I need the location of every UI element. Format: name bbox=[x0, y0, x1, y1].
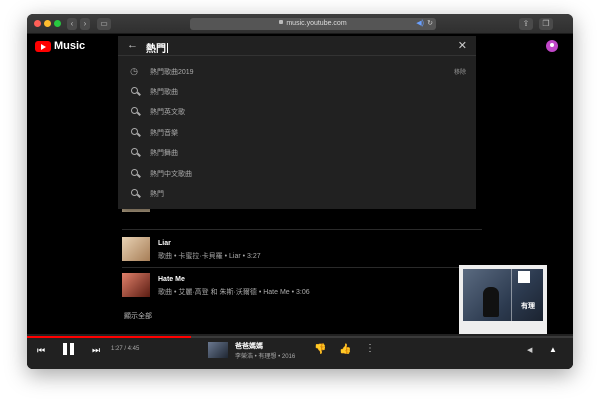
suggestion-text: 熱門英文歌 bbox=[150, 109, 185, 116]
now-playing-meta: 李榮浩 • 有理想 • 2016 bbox=[235, 354, 296, 360]
song-row-hate-me[interactable]: Hate Me 歌曲 • 艾麗·高登 和 朱斯·沃爾德 • Hate Me • … bbox=[122, 273, 482, 303]
suggestion-text: 熱門 bbox=[150, 191, 164, 198]
suggestion-text: 熱門舞曲 bbox=[150, 150, 178, 157]
search-dropdown: ← 熱門 ✕ ◷ 熱門歌曲2019 移除 熱門歌曲 熱門英文歌 熱門音樂 熱門舞… bbox=[118, 36, 476, 209]
suggestion-item[interactable]: ◷ 熱門歌曲2019 移除 bbox=[118, 61, 476, 81]
youtube-music-logo[interactable]: Music bbox=[35, 40, 85, 52]
song-meta: 歌曲 • 卡蜜拉·卡貝羅 • Liar • 3:27 bbox=[158, 253, 261, 260]
more-options-icon[interactable]: ⋮ bbox=[365, 343, 375, 354]
album-label: 有理 bbox=[521, 303, 535, 310]
album-art-overlay[interactable]: 有理 bbox=[459, 265, 547, 341]
remove-suggestion-button[interactable]: 移除 bbox=[454, 67, 466, 76]
address-url: music.youtube.com bbox=[286, 20, 347, 27]
account-avatar[interactable] bbox=[546, 40, 558, 52]
logo-text: Music bbox=[54, 40, 86, 52]
back-arrow-icon[interactable]: ← bbox=[127, 39, 138, 51]
sidebar-toggle-icon[interactable]: ▭ bbox=[97, 18, 111, 30]
minimize-window-button[interactable] bbox=[44, 20, 51, 27]
search-icon bbox=[129, 147, 139, 157]
suggestion-item[interactable]: 熱門英文歌 bbox=[118, 101, 476, 121]
suggestion-text: 熱門歌曲 bbox=[150, 89, 178, 96]
now-playing-title[interactable]: 爸爸媽媽 bbox=[235, 341, 263, 351]
song-thumbnail bbox=[122, 273, 150, 297]
now-playing-thumbnail bbox=[208, 342, 228, 358]
song-title[interactable]: Liar bbox=[158, 240, 171, 247]
browser-window: ‹ › ▭ music.youtube.com ◀) ↻ ⇪ ❐ Music L… bbox=[27, 14, 573, 369]
suggestion-item[interactable]: 熱門 bbox=[118, 183, 476, 203]
browser-forward-button[interactable]: › bbox=[80, 18, 90, 30]
browser-titlebar: ‹ › ▭ music.youtube.com ◀) ↻ ⇪ ❐ bbox=[27, 14, 573, 34]
tabs-icon[interactable]: ❐ bbox=[539, 18, 553, 30]
divider bbox=[122, 267, 482, 268]
suggestion-item[interactable]: 熱門歌曲 bbox=[118, 81, 476, 101]
thumbs-down-icon[interactable]: 👎 bbox=[314, 344, 326, 355]
search-input[interactable]: 熱門 bbox=[146, 40, 168, 55]
search-icon bbox=[129, 168, 139, 178]
clear-search-icon[interactable]: ✕ bbox=[458, 39, 467, 52]
progress-fill bbox=[27, 336, 191, 338]
address-bar[interactable]: music.youtube.com ◀) ↻ bbox=[190, 18, 436, 30]
search-icon bbox=[129, 86, 139, 96]
album-logo-block bbox=[518, 271, 530, 283]
suggestion-text: 熱門中文歌曲 bbox=[150, 171, 192, 178]
close-window-button[interactable] bbox=[34, 20, 41, 27]
youtube-play-icon bbox=[35, 40, 51, 52]
next-track-icon[interactable]: ⏭ bbox=[92, 345, 100, 356]
speaker-icon[interactable]: ◀) bbox=[416, 18, 424, 30]
suggestion-item[interactable]: 熱門舞曲 bbox=[118, 142, 476, 162]
zoom-window-button[interactable] bbox=[54, 20, 61, 27]
song-meta: 歌曲 • 艾麗·高登 和 朱斯·沃爾德 • Hate Me • 3:06 bbox=[158, 289, 310, 296]
pause-icon[interactable] bbox=[63, 343, 75, 355]
expand-player-icon[interactable]: ▲ bbox=[549, 345, 557, 354]
player-bar bbox=[27, 334, 573, 369]
song-row-liar[interactable]: Liar 歌曲 • 卡蜜拉·卡貝羅 • Liar • 3:27 bbox=[122, 237, 482, 267]
suggestion-item[interactable]: 熱門音樂 bbox=[118, 122, 476, 142]
thumbs-up-icon[interactable]: 👍 bbox=[339, 344, 351, 355]
song-title[interactable]: Hate Me bbox=[158, 276, 185, 283]
search-icon bbox=[129, 188, 139, 198]
progress-bar[interactable] bbox=[27, 336, 573, 338]
song-row-partial[interactable] bbox=[122, 202, 482, 235]
suggestion-text: 熱門歌曲2019 bbox=[150, 69, 194, 76]
search-bar[interactable]: ← 熱門 ✕ bbox=[118, 36, 476, 56]
history-icon: ◷ bbox=[130, 66, 138, 76]
volume-icon[interactable]: ◀ bbox=[527, 346, 532, 354]
album-photo bbox=[463, 269, 543, 321]
divider bbox=[122, 229, 482, 230]
previous-track-icon[interactable]: ⏮ bbox=[37, 345, 45, 356]
text-caret bbox=[167, 43, 168, 53]
suggestion-text: 熱門音樂 bbox=[150, 130, 178, 137]
lock-icon bbox=[279, 20, 284, 24]
reload-icon[interactable]: ↻ bbox=[427, 18, 433, 30]
song-thumbnail bbox=[122, 237, 150, 261]
suggestion-item[interactable]: 熱門中文歌曲 bbox=[118, 163, 476, 183]
search-icon bbox=[129, 106, 139, 116]
search-icon bbox=[129, 127, 139, 137]
youtube-music-app: Music Liar 歌曲 • 卡蜜拉·卡貝羅 • Liar • 3:27 Ha… bbox=[27, 34, 573, 369]
browser-back-button[interactable]: ‹ bbox=[67, 18, 77, 30]
playback-time: 1:27 / 4:45 bbox=[111, 346, 140, 352]
show-all-link[interactable]: 顯示全部 bbox=[124, 311, 152, 321]
share-icon[interactable]: ⇪ bbox=[519, 18, 533, 30]
